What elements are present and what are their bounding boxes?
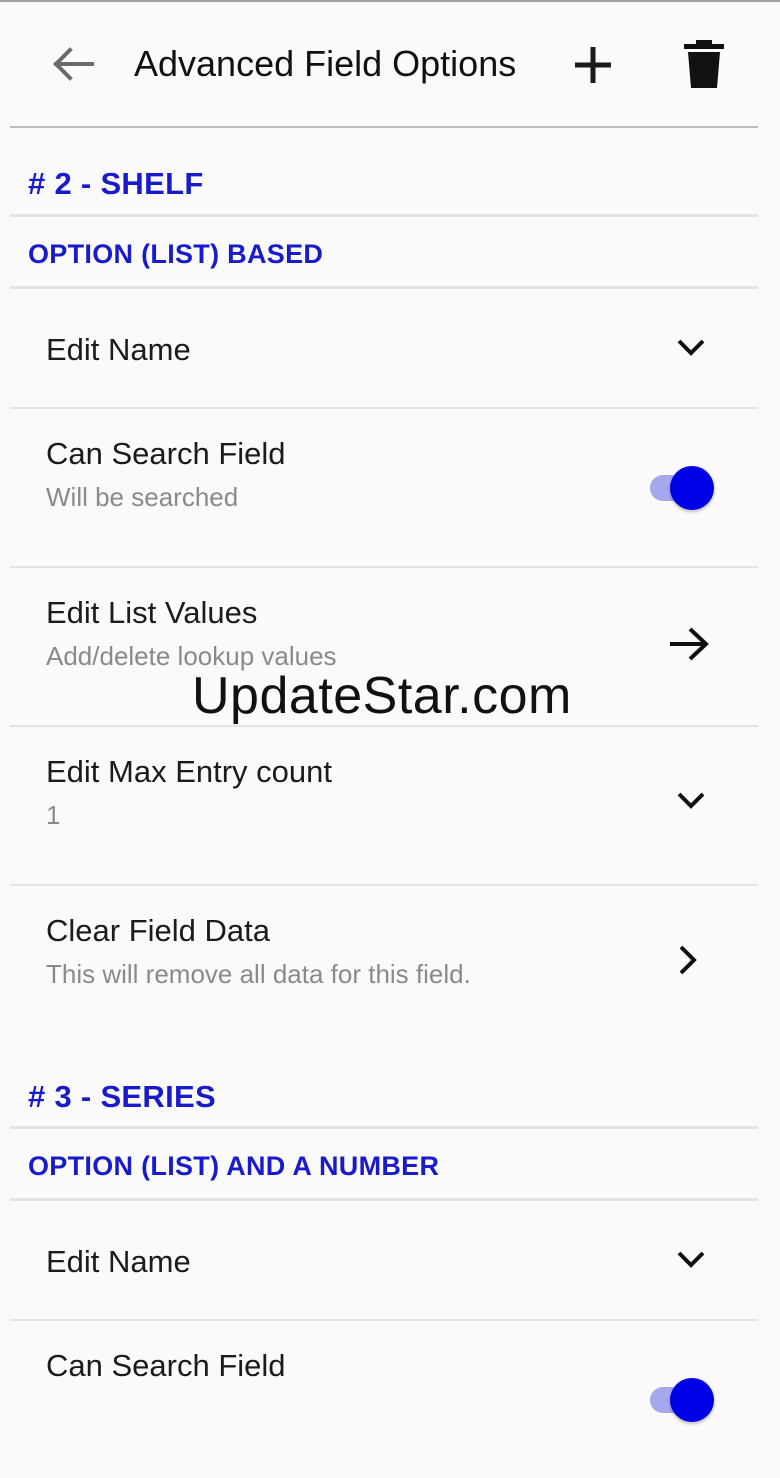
row-label: Can Search Field	[46, 1348, 286, 1383]
section-subtitle: OPTION (LIST) AND A NUMBER	[28, 1151, 440, 1181]
arrow-left-icon	[53, 47, 94, 81]
row-subtitle: Add/delete lookup values	[46, 641, 337, 671]
search-toggle[interactable]	[644, 466, 716, 512]
row-label: Edit Max Entry count	[46, 754, 333, 789]
row-label: Clear Field Data	[46, 913, 270, 948]
plus-icon	[575, 47, 611, 83]
clear-field-data-row[interactable]: Clear Field Data This will remove all da…	[10, 886, 758, 1043]
chevron-down-icon	[677, 1251, 705, 1268]
edit-max-entry-count-row[interactable]: Edit Max Entry count 1	[10, 727, 758, 886]
row-label: Can Search Field	[46, 436, 286, 471]
section-title: # 2 - SHELF	[28, 166, 204, 201]
toggle-knob	[670, 1378, 714, 1422]
row-subtitle: Will be searched	[46, 482, 239, 512]
row-subtitle: 1	[46, 800, 61, 830]
row-subtitle: This will remove all data for this field…	[46, 959, 471, 989]
section-subheader: OPTION (LIST) AND A NUMBER	[10, 1129, 758, 1201]
row-label: Edit List Values	[46, 595, 258, 630]
chevron-down-icon	[677, 339, 705, 356]
trash-icon	[684, 40, 724, 88]
section-subtitle: OPTION (LIST) BASED	[28, 239, 324, 269]
toggle-knob	[670, 466, 714, 510]
page-title: Advanced Field Options	[134, 43, 517, 84]
section-subheader: OPTION (LIST) BASED	[10, 217, 758, 289]
app-bar: Advanced Field Options	[0, 2, 780, 126]
row-label: Edit Name	[46, 332, 191, 367]
edit-name-row[interactable]: Edit Name	[10, 1201, 758, 1321]
chevron-right-icon	[679, 945, 697, 975]
row-label: Edit Name	[46, 1244, 191, 1279]
can-search-field-row[interactable]: Can Search Field Will be searched	[10, 409, 758, 568]
section-header: # 3 - SERIES	[10, 1043, 758, 1129]
arrow-right-icon	[670, 627, 709, 661]
delete-button[interactable]	[682, 40, 726, 90]
settings-list: # 2 - SHELF OPTION (LIST) BASED Edit Nam…	[10, 128, 758, 1478]
section-header: # 2 - SHELF	[10, 128, 758, 217]
chevron-down-icon	[677, 792, 705, 809]
back-button[interactable]	[46, 42, 98, 86]
section-title: # 3 - SERIES	[28, 1079, 216, 1114]
search-toggle[interactable]	[644, 1378, 716, 1424]
can-search-field-row[interactable]: Can Search Field	[10, 1321, 758, 1478]
edit-name-row[interactable]: Edit Name	[10, 289, 758, 409]
add-button[interactable]	[570, 42, 616, 88]
edit-list-values-row[interactable]: Edit List Values Add/delete lookup value…	[10, 568, 758, 727]
